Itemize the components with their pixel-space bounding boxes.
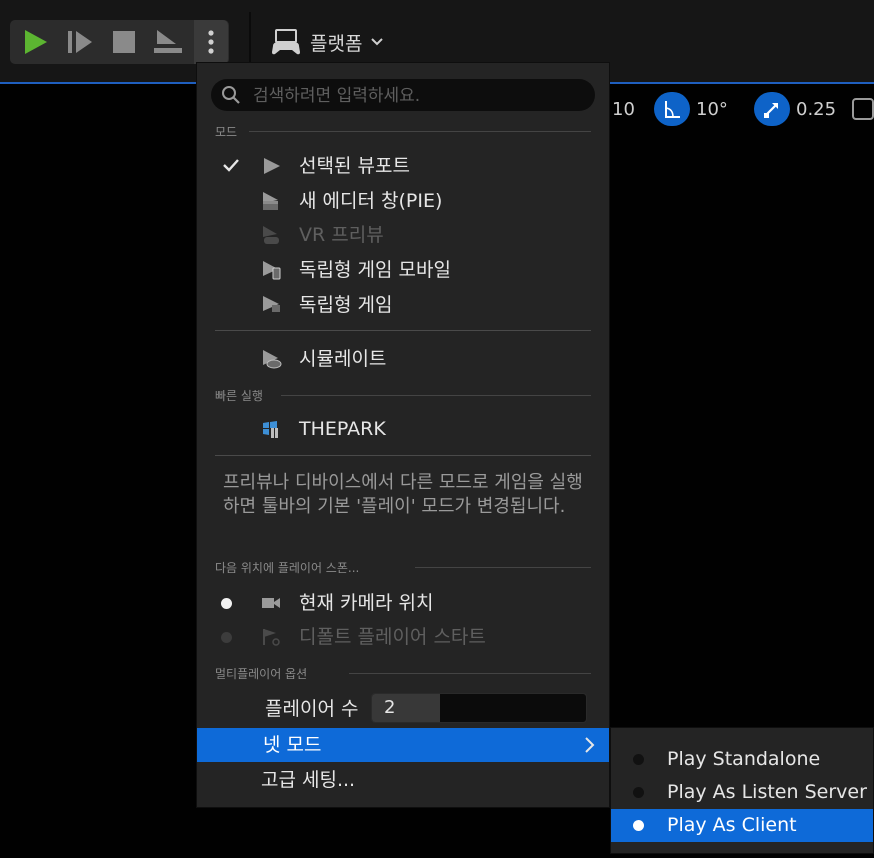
scale-icon xyxy=(764,103,778,118)
menu-divider xyxy=(215,330,591,331)
mode-item-vr-preview[interactable]: VR 프리뷰 xyxy=(197,218,609,252)
quick-launch-label: THEPARK xyxy=(299,418,386,440)
mode-item-standalone-mobile[interactable]: 독립형 게임 모바일 xyxy=(197,253,609,287)
section-divider xyxy=(249,131,591,132)
mode-item-label: 독립형 게임 모바일 xyxy=(299,259,451,281)
mode-item-standalone-game[interactable]: 독립형 게임 xyxy=(197,288,609,322)
play-mode-info-text: 프리뷰나 디바이스에서 다른 모드로 게임을 실행하면 툴바의 기본 '플레이'… xyxy=(223,472,583,517)
players-label: 플레이어 수 xyxy=(265,698,359,720)
section-divider xyxy=(415,567,591,568)
spawn-item-current-camera[interactable]: 현재 카메라 위치 xyxy=(197,586,609,620)
stop-icon xyxy=(113,31,135,53)
search-box[interactable] xyxy=(211,79,595,113)
simulate-icon xyxy=(263,350,282,369)
players-slider-fill xyxy=(372,694,440,722)
viewport-play-icon xyxy=(264,158,280,174)
scale-snap-value[interactable]: 0.25 xyxy=(796,92,836,126)
rotation-snap-toggle[interactable] xyxy=(654,92,690,126)
play-options-menu: 모드 선택된 뷰포트 새 에디터 창(PIE) VR 프리뷰 독립형 게임 모바… xyxy=(196,62,610,808)
chevron-right-icon xyxy=(585,737,595,753)
radio-unselected-icon xyxy=(633,787,644,798)
net-mode-label: 넷 모드 xyxy=(263,734,322,756)
rotation-snap-value[interactable]: 10° xyxy=(696,92,728,126)
more-options-button[interactable] xyxy=(194,20,228,64)
net-mode-option-label: Play As Listen Server xyxy=(667,781,867,803)
play-controls-group xyxy=(10,20,229,64)
mode-item-new-editor-window[interactable]: 새 에디터 창(PIE) xyxy=(197,184,609,218)
section-divider xyxy=(349,673,591,674)
advance-frame-icon xyxy=(68,31,92,53)
grid-snap-value[interactable]: 10 xyxy=(612,92,635,126)
platform-dropdown[interactable]: 플랫폼 xyxy=(270,24,384,60)
new-window-play-icon xyxy=(263,192,278,210)
section-mode: 모드 xyxy=(215,125,238,139)
radio-selected-icon xyxy=(633,820,644,831)
quick-launch-item-thepark[interactable]: THEPARK xyxy=(197,412,609,446)
radio-selected-icon xyxy=(221,598,232,609)
chevron-down-icon xyxy=(371,38,384,46)
gamepad-icon xyxy=(272,29,300,55)
search-icon xyxy=(222,86,240,104)
mode-item-label: 선택된 뷰포트 xyxy=(299,155,410,177)
mode-item-selected-viewport[interactable]: 선택된 뷰포트 xyxy=(197,149,609,183)
standalone-game-icon xyxy=(263,296,280,312)
net-mode-play-standalone[interactable]: Play Standalone xyxy=(611,743,873,776)
net-mode-option-label: Play As Client xyxy=(667,814,797,836)
spawn-item-label: 현재 카메라 위치 xyxy=(299,592,434,614)
simulate-item[interactable]: 시뮬레이트 xyxy=(197,342,609,376)
play-icon xyxy=(25,30,47,54)
radio-unselected-icon xyxy=(633,754,644,765)
vr-headset-icon xyxy=(263,226,279,244)
section-divider xyxy=(281,395,591,396)
advanced-settings-item[interactable]: 고급 세팅... xyxy=(197,763,609,797)
eject-button[interactable] xyxy=(148,20,188,64)
platform-label: 플랫폼 xyxy=(310,32,363,55)
eject-icon xyxy=(154,30,182,53)
simulate-label: 시뮬레이트 xyxy=(299,348,387,370)
net-mode-play-as-client[interactable]: Play As Client xyxy=(611,809,873,842)
mobile-play-icon xyxy=(263,261,281,280)
spawn-item-label: 디폴트 플레이어 스타트 xyxy=(299,626,486,648)
radio-unselected-icon xyxy=(221,632,232,643)
camera-speed-icon[interactable] xyxy=(852,98,874,120)
section-spawn-at: 다음 위치에 플레이어 스폰... xyxy=(215,561,360,575)
advanced-settings-label: 고급 세팅... xyxy=(261,769,356,791)
net-mode-item[interactable]: 넷 모드 xyxy=(197,728,609,762)
checkmark-icon xyxy=(223,159,239,172)
windows-device-icon xyxy=(263,421,278,438)
players-value: 2 xyxy=(384,697,396,718)
number-of-players-row: 플레이어 수 2 xyxy=(197,691,609,727)
player-start-flag-icon xyxy=(263,629,280,646)
stop-button[interactable] xyxy=(104,20,144,64)
spawn-item-default-player-start[interactable]: 디폴트 플레이어 스타트 xyxy=(197,620,609,654)
search-input[interactable] xyxy=(251,79,585,113)
camera-icon xyxy=(262,598,280,608)
play-button[interactable] xyxy=(16,20,56,64)
net-mode-play-listen-server[interactable]: Play As Listen Server xyxy=(611,776,873,809)
section-quick-launch: 빠른 실행 xyxy=(215,389,263,403)
more-options-icon xyxy=(208,30,214,54)
section-multiplayer-options: 멀티플레이어 옵션 xyxy=(215,667,308,681)
net-mode-submenu: Play Standalone Play As Listen Server Pl… xyxy=(610,727,874,854)
scale-snap-toggle[interactable] xyxy=(754,92,790,126)
mode-item-label: 독립형 게임 xyxy=(299,294,393,316)
advance-frame-button[interactable] xyxy=(60,20,100,64)
mode-item-label: VR 프리뷰 xyxy=(299,224,384,246)
angle-icon xyxy=(665,101,680,118)
mode-item-label: 새 에디터 창(PIE) xyxy=(299,190,443,212)
net-mode-option-label: Play Standalone xyxy=(667,748,821,770)
menu-divider xyxy=(215,455,591,456)
number-of-players-input[interactable]: 2 xyxy=(371,693,587,723)
